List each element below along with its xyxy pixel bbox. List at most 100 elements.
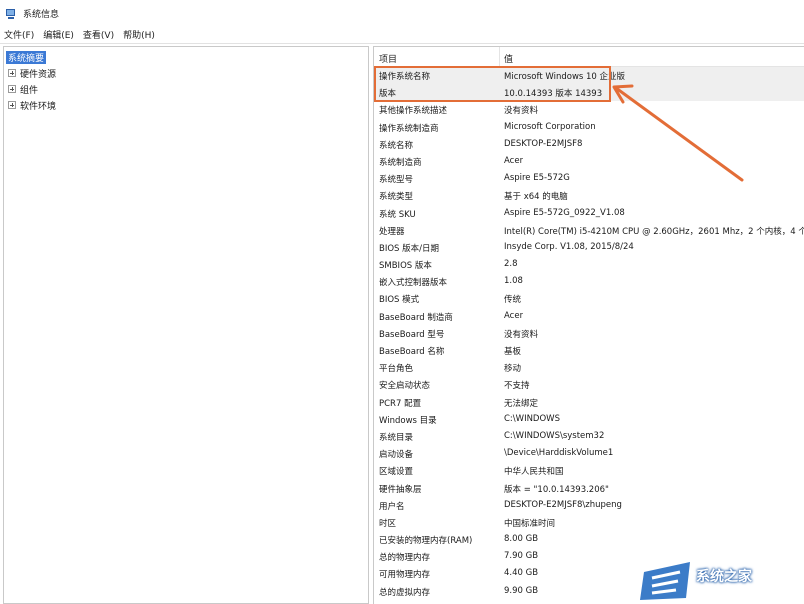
row-item-value: 1.08 [504, 276, 523, 287]
window-title: 系统信息 [23, 9, 60, 20]
table-row[interactable]: Windows 目录 C:\WINDOWS [374, 411, 804, 428]
row-item-name: 总的物理内存 [379, 553, 431, 564]
table-row[interactable]: 系统制造商 Acer [374, 153, 804, 170]
tree-item-label: 系统摘要 [6, 50, 47, 64]
row-item-value: 版本 = "10.0.14393.206" [504, 484, 609, 495]
grid-rows: 操作系统名称 Microsoft Windows 10 企业版 版本 10.0.143… [374, 67, 804, 600]
table-row[interactable]: 系统名称 DESKTOP-E2MJSF8 [374, 136, 804, 153]
table-row[interactable]: BaseBoard 制造商 Acer [374, 308, 804, 325]
row-item-name: Windows 目录 [379, 415, 437, 426]
table-row[interactable]: 系统型号 Aspire E5-572G [374, 170, 804, 187]
expand-icon[interactable] [8, 85, 16, 93]
row-item-value: 中华人民共和国 [504, 467, 564, 478]
table-row[interactable]: 用户名 DESKTOP-E2MJSF8\zhupeng [374, 497, 804, 514]
table-row[interactable]: 平台角色 移动 [374, 359, 804, 376]
row-item-name: 总的虚拟内存 [379, 587, 431, 598]
table-row[interactable]: 硬件抽象层 版本 = "10.0.14393.206" [374, 480, 804, 497]
expand-icon[interactable] [8, 69, 16, 77]
row-item-name: 操作系统制造商 [379, 123, 439, 134]
menu-view[interactable]: 查看(V) [83, 28, 114, 41]
row-item-value: 9.90 GB [504, 585, 539, 596]
row-item-value: 传统 [504, 295, 522, 306]
table-row[interactable]: PCR7 配置 无法绑定 [374, 394, 804, 411]
expand-icon[interactable] [8, 101, 16, 109]
row-item-value: 2.8 [504, 259, 518, 270]
watermark-logo-icon [612, 562, 690, 602]
row-item-value: 基于 x64 的电脑 [504, 192, 568, 203]
row-item-value: Acer [504, 310, 524, 321]
menu-separator [0, 43, 804, 44]
row-item-value: 不支持 [504, 381, 530, 392]
row-item-name: 系统类型 [379, 192, 414, 203]
row-item-value: \Device\HarddiskVolume1 [504, 448, 614, 459]
table-row[interactable]: 安全启动状态 不支持 [374, 376, 804, 393]
highlight-box [374, 66, 611, 102]
row-item-value: 4.40 GB [504, 568, 539, 579]
row-item-value: Acer [504, 155, 524, 166]
table-row[interactable]: 系统目录 C:\WINDOWS\system32 [374, 428, 804, 445]
row-item-value: 没有资料 [504, 329, 539, 340]
column-header-item[interactable]: 项目 [379, 52, 397, 65]
tree-item-label: 软件环境 [20, 101, 57, 112]
row-item-value: 基板 [504, 347, 522, 357]
menu-help[interactable]: 帮助(H) [123, 28, 155, 41]
column-header-value[interactable]: 值 [504, 52, 513, 65]
table-row[interactable]: 启动设备 \Device\HarddiskVolume1 [374, 445, 804, 462]
table-row[interactable]: 处理器 Intel(R) Core(TM) i5-4210M CPU @ 2.60… [374, 222, 804, 239]
tree-item-hardware[interactable]: 硬件资源 [8, 66, 56, 80]
column-divider[interactable] [499, 47, 500, 67]
row-item-name: BIOS 模式 [379, 295, 420, 306]
row-item-value: 移动 [504, 364, 522, 375]
row-item-name: 处理器 [379, 226, 405, 237]
row-item-value: Microsoft Corporation [504, 121, 596, 132]
row-item-name: 已安装的物理内存(RAM) [379, 536, 473, 547]
table-row[interactable]: 操作系统制造商 Microsoft Corporation [374, 119, 804, 136]
row-item-name: 嵌入式控制器版本 [379, 278, 448, 289]
system-info-icon [6, 8, 17, 19]
watermark-text: 系统之家 [696, 569, 752, 585]
row-item-name: 时区 [379, 518, 397, 529]
table-row[interactable]: 已安装的物理内存(RAM) 8.00 GB [374, 531, 804, 548]
row-item-name: 系统目录 [379, 432, 414, 443]
row-item-value: C:\WINDOWS [504, 413, 560, 424]
table-row[interactable]: 嵌入式控制器版本 1.08 [374, 273, 804, 290]
menu-bar: 文件(F) 编辑(E) 查看(V) 帮助(H) [0, 26, 804, 42]
row-item-name: 启动设备 [379, 450, 414, 461]
table-row[interactable]: BIOS 模式 传统 [374, 290, 804, 307]
menu-file[interactable]: 文件(F) [4, 28, 34, 41]
row-item-name: PCR7 配置 [379, 398, 422, 409]
details-grid[interactable]: 项目 值 操作系统名称 Microsoft Windows 10 企业版 版本 10.… [373, 46, 804, 604]
row-item-name: 区域设置 [379, 467, 414, 478]
row-item-name: 系统 SKU [379, 209, 416, 220]
row-item-value: Aspire E5-572G_0922_V1.08 [504, 207, 625, 218]
row-item-value: 8.00 GB [504, 534, 539, 545]
row-item-value: 没有资料 [504, 106, 539, 117]
row-item-name: 平台角色 [379, 364, 414, 375]
row-item-name: 硬件抽象层 [379, 484, 422, 495]
row-item-name: 系统型号 [379, 175, 414, 186]
table-row[interactable]: BIOS 版本/日期 Insyde Corp. V1.08, 2015/8/24 [374, 239, 804, 256]
table-row[interactable]: 区域设置 中华人民共和国 [374, 462, 804, 479]
category-tree[interactable]: 系统摘要 硬件资源 组件 软件环境 [3, 46, 369, 604]
tree-item-system-summary[interactable]: 系统摘要 [6, 50, 47, 64]
row-item-name: 系统名称 [379, 140, 414, 151]
table-row[interactable]: 系统 SKU Aspire E5-572G_0922_V1.08 [374, 205, 804, 222]
row-item-value: Insyde Corp. V1.08, 2015/8/24 [504, 241, 634, 252]
table-row[interactable]: 时区 中国标准时间 [374, 514, 804, 531]
row-item-value: Aspire E5-572G [504, 173, 570, 184]
watermark: 系统之家 [604, 548, 804, 604]
tree-item-label: 组件 [20, 85, 39, 96]
row-item-value: 7.90 GB [504, 551, 539, 562]
table-row[interactable]: 系统类型 基于 x64 的电脑 [374, 187, 804, 204]
menu-edit[interactable]: 编辑(E) [43, 28, 74, 41]
tree-item-components[interactable]: 组件 [8, 82, 38, 96]
table-row[interactable]: BaseBoard 型号 没有资料 [374, 325, 804, 342]
table-row[interactable]: 其他操作系统描述 没有资料 [374, 101, 804, 118]
row-item-value: C:\WINDOWS\system32 [504, 430, 605, 441]
row-item-value: 无法绑定 [504, 398, 539, 409]
row-item-name: 安全启动状态 [379, 381, 431, 392]
tree-item-software[interactable]: 软件环境 [8, 98, 56, 112]
table-row[interactable]: BaseBoard 名称 基板 [374, 342, 804, 359]
row-item-name: 系统制造商 [379, 157, 422, 168]
table-row[interactable]: SMBIOS 版本 2.8 [374, 256, 804, 273]
